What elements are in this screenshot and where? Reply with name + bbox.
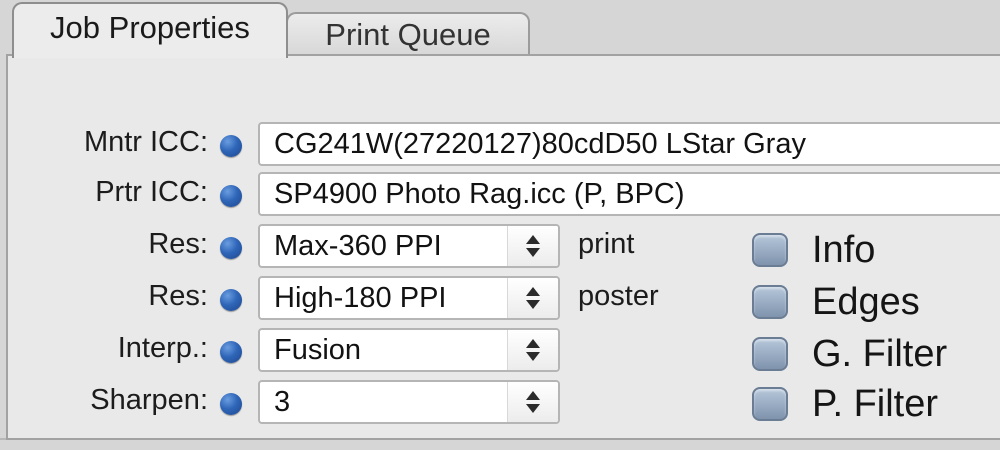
chevron-up-icon [526,339,540,348]
g-filter-checkbox[interactable]: G. Filter [752,332,947,376]
sharpen-value: 3 [274,386,291,418]
edges-checkbox-box[interactable] [752,285,788,319]
monitor-icc-label: Mntr ICC: [83,126,208,158]
info-checkbox-box[interactable] [752,233,788,267]
sharpen-indicator-icon [220,393,242,415]
printer-icc-indicator-icon [220,185,242,207]
res-poster-label: Res: [148,280,208,312]
p-filter-checkbox-box[interactable] [752,387,788,421]
tab-job-properties-label: Job Properties [50,10,250,45]
sharpen-stepper-icon[interactable] [507,382,558,422]
res-print-select[interactable]: Max-360 PPI [258,224,560,268]
chevron-down-icon [526,404,540,413]
tab-bar: Job Properties Print Queue [0,0,1000,58]
interp-value: Fusion [274,334,362,366]
chevron-down-icon [526,248,540,257]
res-print-label: Res: [148,228,208,260]
tab-print-queue[interactable]: Print Queue [286,12,530,56]
res-print-stepper-icon[interactable] [507,226,558,266]
res-print-indicator-icon [220,237,242,259]
edges-checkbox[interactable]: Edges [752,280,920,324]
chevron-down-icon [526,300,540,309]
res-poster-suffix: poster [578,280,659,312]
chevron-up-icon [526,287,540,296]
res-poster-select[interactable]: High-180 PPI [258,276,560,320]
print-settings-window: Job Properties Print Queue Mntr ICC: CG2… [0,0,1000,450]
res-print-suffix: print [578,228,635,260]
tab-job-properties[interactable]: Job Properties [12,2,288,58]
job-properties-panel: Mntr ICC: CG241W(27220127)80cdD50 LStar … [6,54,1000,440]
p-filter-checkbox-label: P. Filter [812,383,939,425]
interp-indicator-icon [220,341,242,363]
sharpen-select[interactable]: 3 [258,380,560,424]
interp-select[interactable]: Fusion [258,328,560,372]
p-filter-checkbox[interactable]: P. Filter [752,382,938,426]
edges-checkbox-label: Edges [812,281,920,323]
interp-label: Interp.: [117,332,208,364]
g-filter-checkbox-box[interactable] [752,337,788,371]
res-poster-stepper-icon[interactable] [507,278,558,318]
res-poster-indicator-icon [220,289,242,311]
printer-icc-field[interactable]: SP4900 Photo Rag.icc (P, BPC) [258,172,1000,216]
chevron-up-icon [526,391,540,400]
info-checkbox[interactable]: Info [752,228,875,272]
interp-stepper-icon[interactable] [507,330,558,370]
res-poster-value: High-180 PPI [274,282,447,314]
sharpen-label: Sharpen: [90,384,208,416]
monitor-icc-field[interactable]: CG241W(27220127)80cdD50 LStar Gray [258,122,1000,166]
chevron-up-icon [526,235,540,244]
printer-icc-label: Prtr ICC: [95,176,208,208]
tab-print-queue-label: Print Queue [325,17,491,52]
printer-icc-value: SP4900 Photo Rag.icc (P, BPC) [274,178,685,210]
g-filter-checkbox-label: G. Filter [812,333,948,375]
monitor-icc-indicator-icon [220,135,242,157]
res-print-value: Max-360 PPI [274,230,442,262]
info-checkbox-label: Info [812,229,876,271]
monitor-icc-value: CG241W(27220127)80cdD50 LStar Gray [274,128,806,160]
chevron-down-icon [526,352,540,361]
